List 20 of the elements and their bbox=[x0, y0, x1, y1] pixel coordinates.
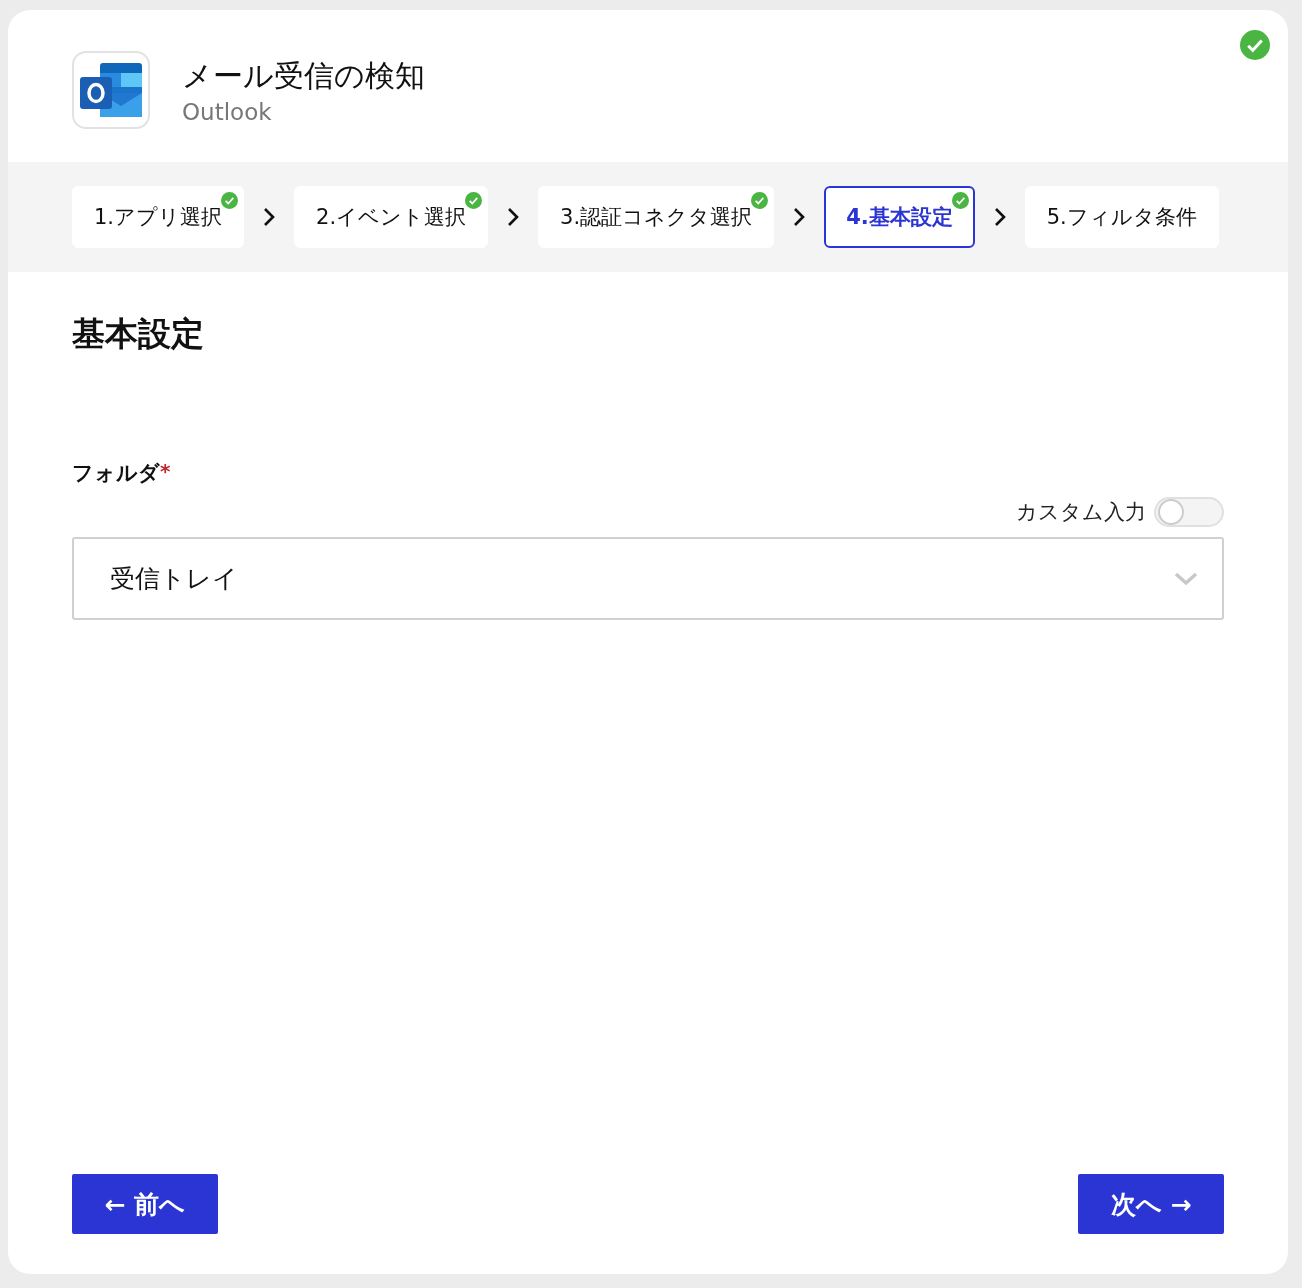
toggle-switch[interactable] bbox=[1154, 497, 1224, 527]
step-tab[interactable]: 5.フィルタ条件 bbox=[1024, 186, 1219, 248]
back-button[interactable]: ← 前へ bbox=[72, 1174, 218, 1234]
section-heading: 基本設定 bbox=[72, 313, 205, 355]
toggle-label: カスタム入力 bbox=[1016, 499, 1146, 526]
field-label: フォルダ bbox=[72, 460, 160, 487]
next-button[interactable]: 次へ → bbox=[1078, 1174, 1224, 1234]
chevron-right-icon bbox=[792, 206, 807, 228]
step-tab[interactable]: 3.認証コネクタ選択 bbox=[538, 186, 775, 248]
app-name: Outlook bbox=[182, 98, 273, 125]
step-tab[interactable]: 1.アプリ選択 bbox=[72, 186, 245, 248]
chevron-right-icon bbox=[262, 206, 277, 228]
folder-select[interactable]: 受信トレイ bbox=[72, 537, 1224, 620]
chevron-down-icon bbox=[1174, 571, 1198, 586]
chevron-right-icon bbox=[506, 206, 521, 228]
step-tab[interactable]: 2.イベント選択 bbox=[294, 186, 489, 248]
step-tab[interactable]: 4.基本設定 bbox=[824, 186, 975, 248]
chevron-right-icon bbox=[992, 206, 1007, 228]
trigger-title: メール受信の検知 bbox=[182, 56, 425, 95]
required-mark: * bbox=[160, 459, 171, 483]
